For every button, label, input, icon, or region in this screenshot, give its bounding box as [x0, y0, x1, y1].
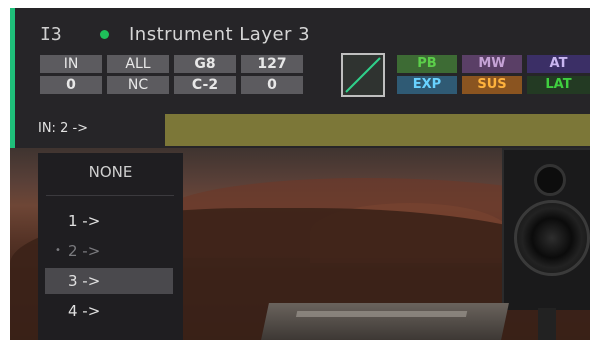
accent-bar — [10, 8, 15, 148]
menu-item-1[interactable]: 1 -> — [45, 208, 173, 234]
channel-cell[interactable]: ALL — [107, 55, 169, 73]
menu-item-label: 4 -> — [68, 302, 101, 320]
menu-item-4[interactable]: 4 -> — [45, 298, 173, 324]
menu-item-label: 3 -> — [68, 272, 101, 290]
instrument-header: I3 Instrument Layer 3 IN ALL G8 127 0 NC… — [10, 8, 590, 148]
menu-item-2[interactable]: • 2 -> — [45, 238, 173, 264]
current-marker-icon: • — [55, 245, 61, 256]
menu-item-label: 2 -> — [68, 242, 101, 260]
instrument-id: I3 — [40, 23, 62, 45]
velocity-high-cell[interactable]: 127 — [241, 55, 303, 73]
input-dropdown-menu: NONE 1 -> • 2 -> 3 -> 4 -> — [38, 153, 183, 340]
tag-exp[interactable]: EXP — [397, 76, 457, 94]
tag-mw[interactable]: MW — [462, 55, 522, 73]
input-activity-bar — [165, 114, 590, 146]
velocity-low-cell[interactable]: 0 — [241, 76, 303, 94]
instrument-name[interactable]: Instrument Layer 3 — [129, 24, 310, 45]
tag-lat[interactable]: LAT — [527, 76, 590, 94]
keyboard-image — [261, 303, 509, 340]
tag-pb[interactable]: PB — [397, 55, 457, 73]
input-selector[interactable]: IN: 2 -> — [38, 121, 88, 136]
velocity-curve-icon — [345, 57, 381, 93]
transpose-cell[interactable]: 0 — [40, 76, 102, 94]
note-low-cell[interactable]: C-2 — [174, 76, 236, 94]
tag-sus[interactable]: SUS — [462, 76, 522, 94]
note-high-cell[interactable]: G8 — [174, 55, 236, 73]
menu-item-none[interactable]: NONE — [38, 163, 183, 181]
app-frame: I3 Instrument Layer 3 IN ALL G8 127 0 NC… — [10, 8, 590, 340]
status-dot-icon — [100, 29, 109, 39]
velocity-curve-button[interactable] — [341, 53, 385, 97]
menu-separator — [46, 195, 174, 196]
studio-speaker-image — [502, 148, 590, 310]
menu-item-3[interactable]: 3 -> — [45, 268, 173, 294]
speaker-stand-image — [538, 308, 556, 340]
output-channel-cell[interactable]: NC — [107, 76, 169, 94]
title-row: I3 Instrument Layer 3 — [40, 22, 310, 46]
tag-at[interactable]: AT — [527, 55, 590, 73]
menu-item-label: 1 -> — [68, 212, 101, 230]
input-mode-cell[interactable]: IN — [40, 55, 102, 73]
